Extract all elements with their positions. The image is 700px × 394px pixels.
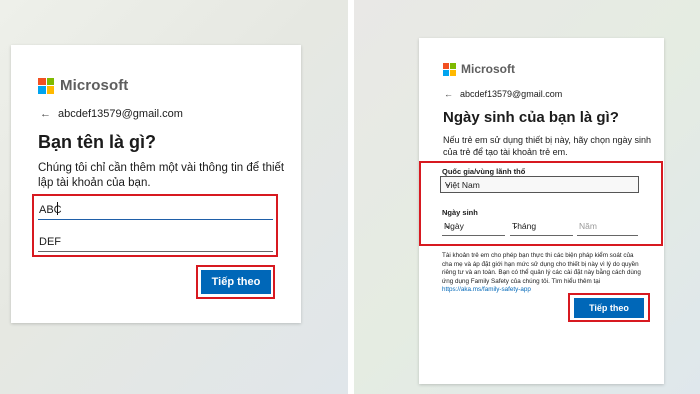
arrow-left-icon[interactable]: ← [444, 89, 453, 99]
arrow-left-icon[interactable]: ← [40, 108, 51, 120]
logo-text: Microsoft [60, 77, 129, 94]
page-title: Bạn tên là gì? [38, 132, 157, 152]
page-description: Chúng tôi chỉ cần thêm một vài thông tin… [38, 162, 285, 189]
microsoft-logo-icon [443, 62, 456, 76]
highlight-next-button [568, 293, 650, 322]
account-email: abcdef13579@gmail.com [58, 108, 183, 120]
microsoft-logo-icon [38, 77, 54, 94]
account-email: abcdef13579@gmail.com [460, 89, 563, 99]
highlight-name-fields [32, 194, 278, 257]
family-safety-link[interactable]: https://aka.ms/family-safety-app [442, 286, 531, 293]
page-description: Nếu trẻ em sử dụng thiết bị này, hãy chọ… [443, 135, 651, 157]
info-text: Tài khoản trẻ em cho phép bạn thực thi c… [442, 252, 641, 285]
highlight-birthdate-fields [419, 161, 663, 246]
back-email-row[interactable]: ← abcdef13579@gmail.com [40, 108, 183, 120]
microsoft-logo: Microsoft [443, 62, 515, 76]
back-email-row[interactable]: ← abcdef13579@gmail.com [444, 89, 562, 99]
child-account-info: Tài khoản trẻ em cho phép bạn thực thi c… [442, 252, 644, 295]
highlight-next-button [196, 265, 275, 299]
page-title: Ngày sinh của bạn là gì? [443, 109, 619, 126]
microsoft-logo: Microsoft [38, 77, 128, 94]
logo-text: Microsoft [461, 62, 515, 76]
